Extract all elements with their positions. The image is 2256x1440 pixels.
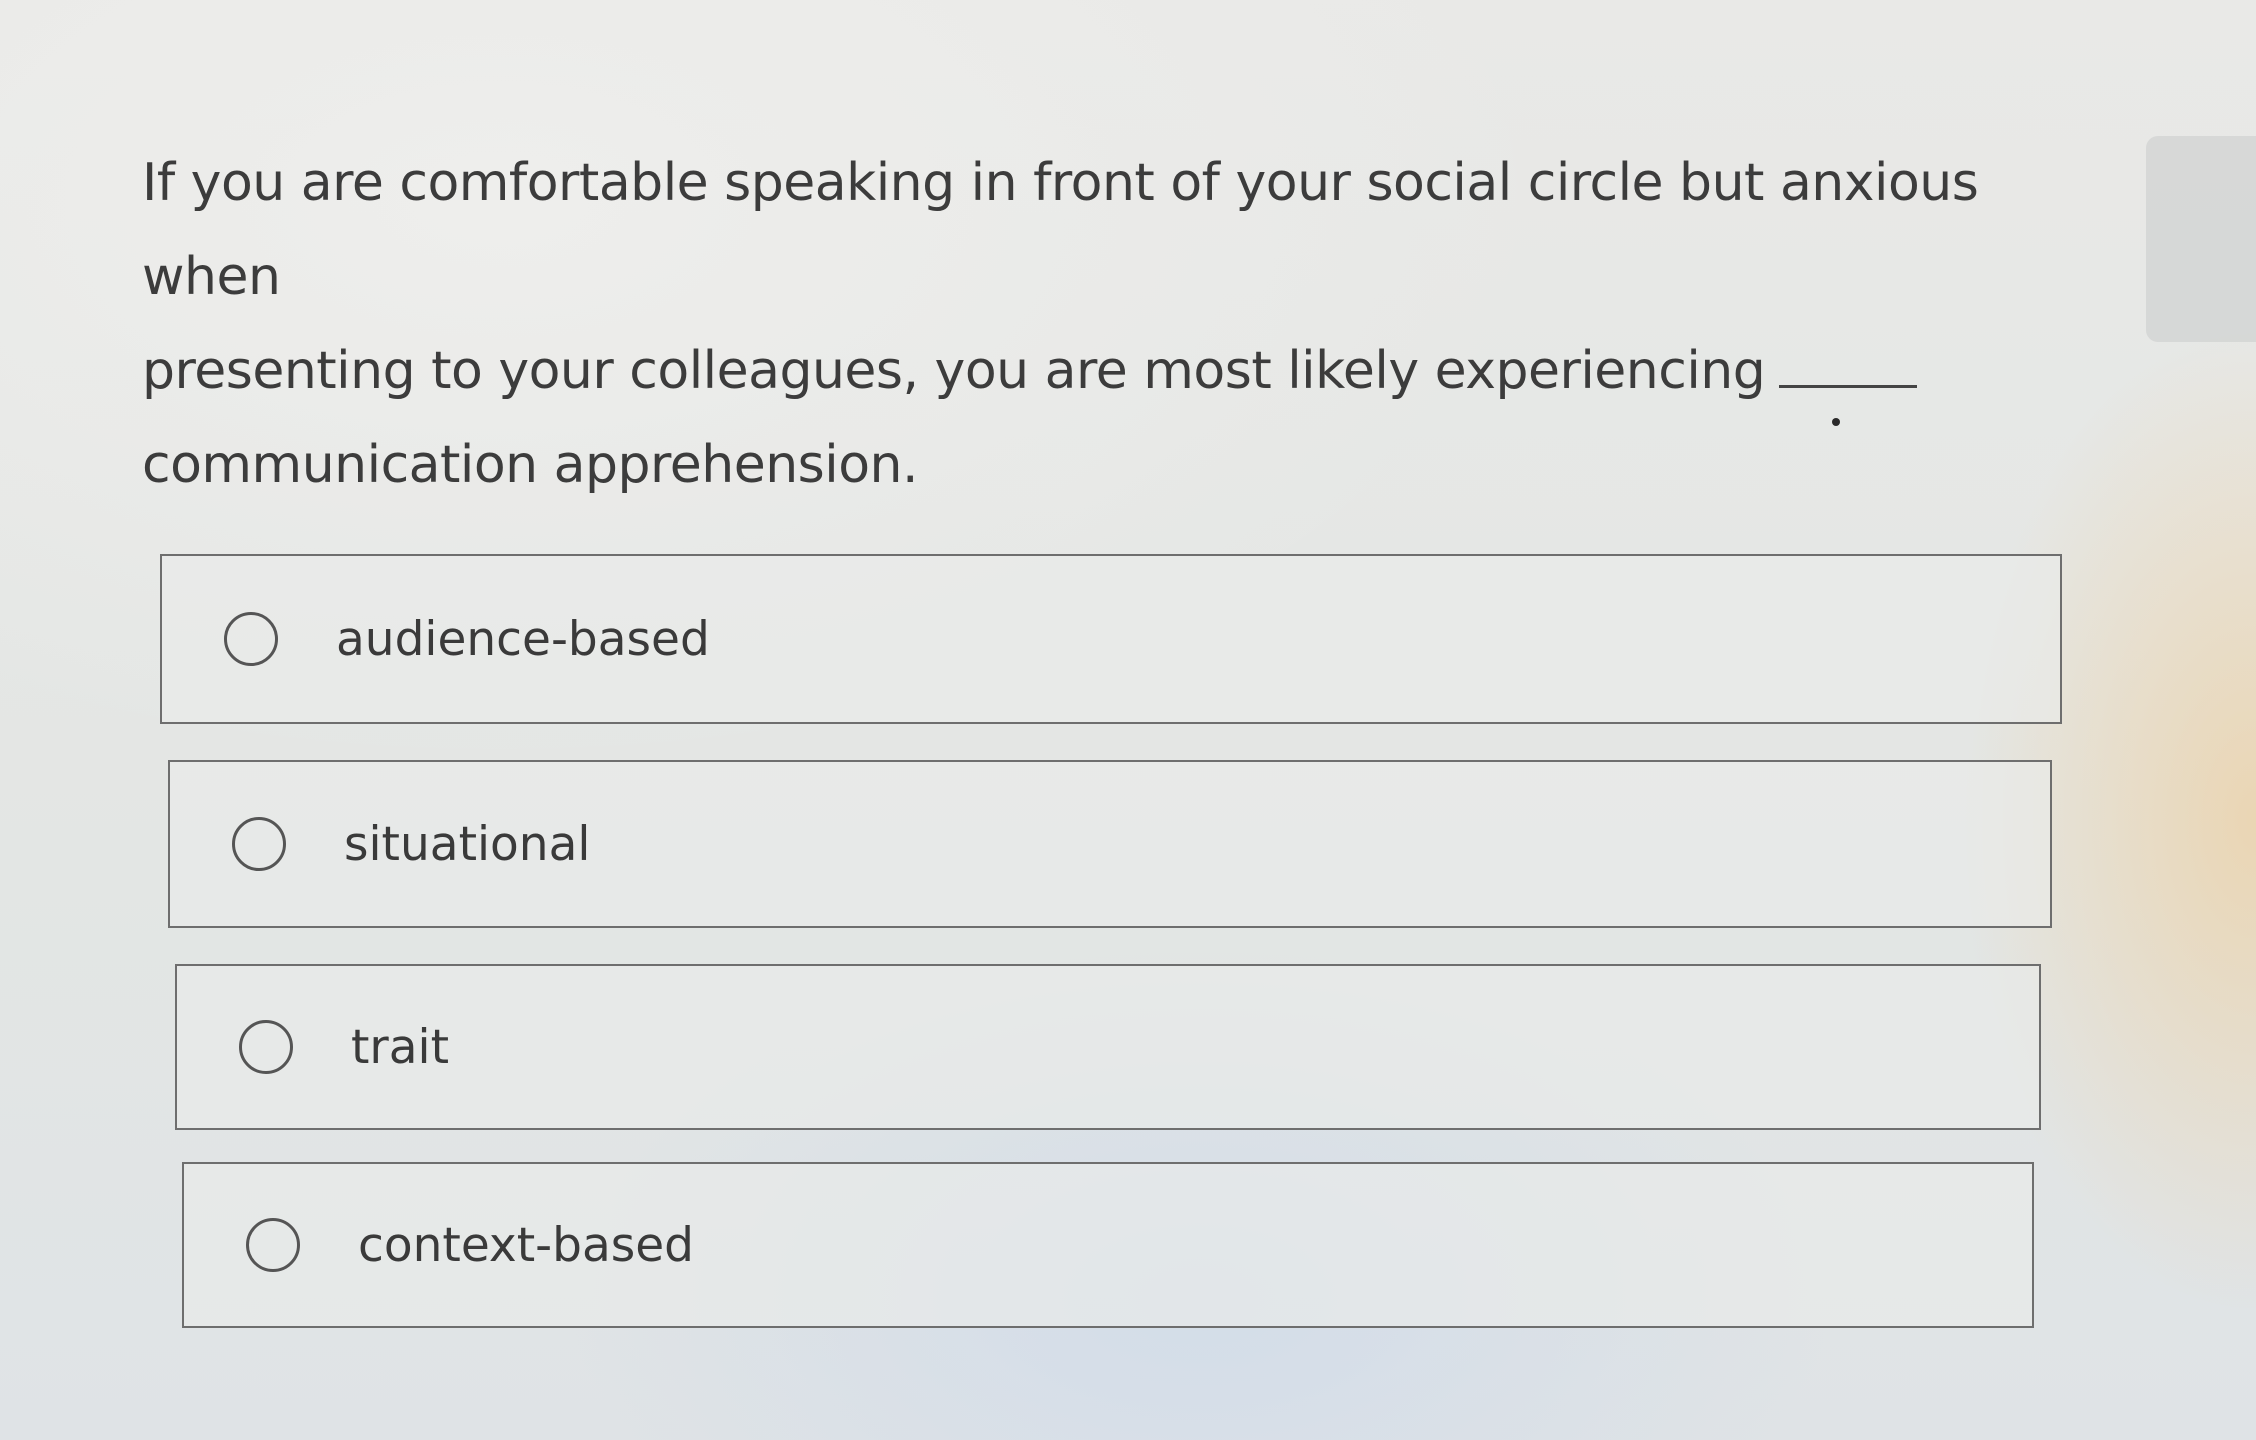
option-label: audience-based [336, 611, 710, 667]
option-label: context-based [358, 1217, 694, 1273]
option-audience-based[interactable]: audience-based [160, 554, 2062, 724]
option-context-based[interactable]: context-based [182, 1162, 2034, 1328]
question-text: If you are comfortable speaking in front… [142, 136, 2062, 512]
radio-circle-icon[interactable] [224, 612, 278, 666]
radio-circle-icon[interactable] [232, 817, 286, 871]
option-trait[interactable]: trait [175, 964, 2041, 1130]
option-label: trait [351, 1019, 450, 1075]
fill-in-blank [1779, 345, 1918, 388]
question-line-2: presenting to your colleagues, you are m… [142, 324, 2062, 418]
radio-circle-icon[interactable] [239, 1020, 293, 1074]
question-line-3: communication apprehension. [142, 435, 919, 495]
option-label: situational [344, 816, 591, 872]
radio-circle-icon[interactable] [246, 1218, 300, 1272]
screen-background: If you are comfortable speaking in front… [0, 0, 2256, 1440]
screen-speck [1832, 418, 1840, 426]
question-line-2-text: presenting to your colleagues, you are m… [142, 341, 1766, 401]
question-line-1: If you are comfortable speaking in front… [142, 153, 1979, 307]
side-panel-tab[interactable] [2146, 136, 2256, 342]
option-situational[interactable]: situational [168, 760, 2052, 928]
